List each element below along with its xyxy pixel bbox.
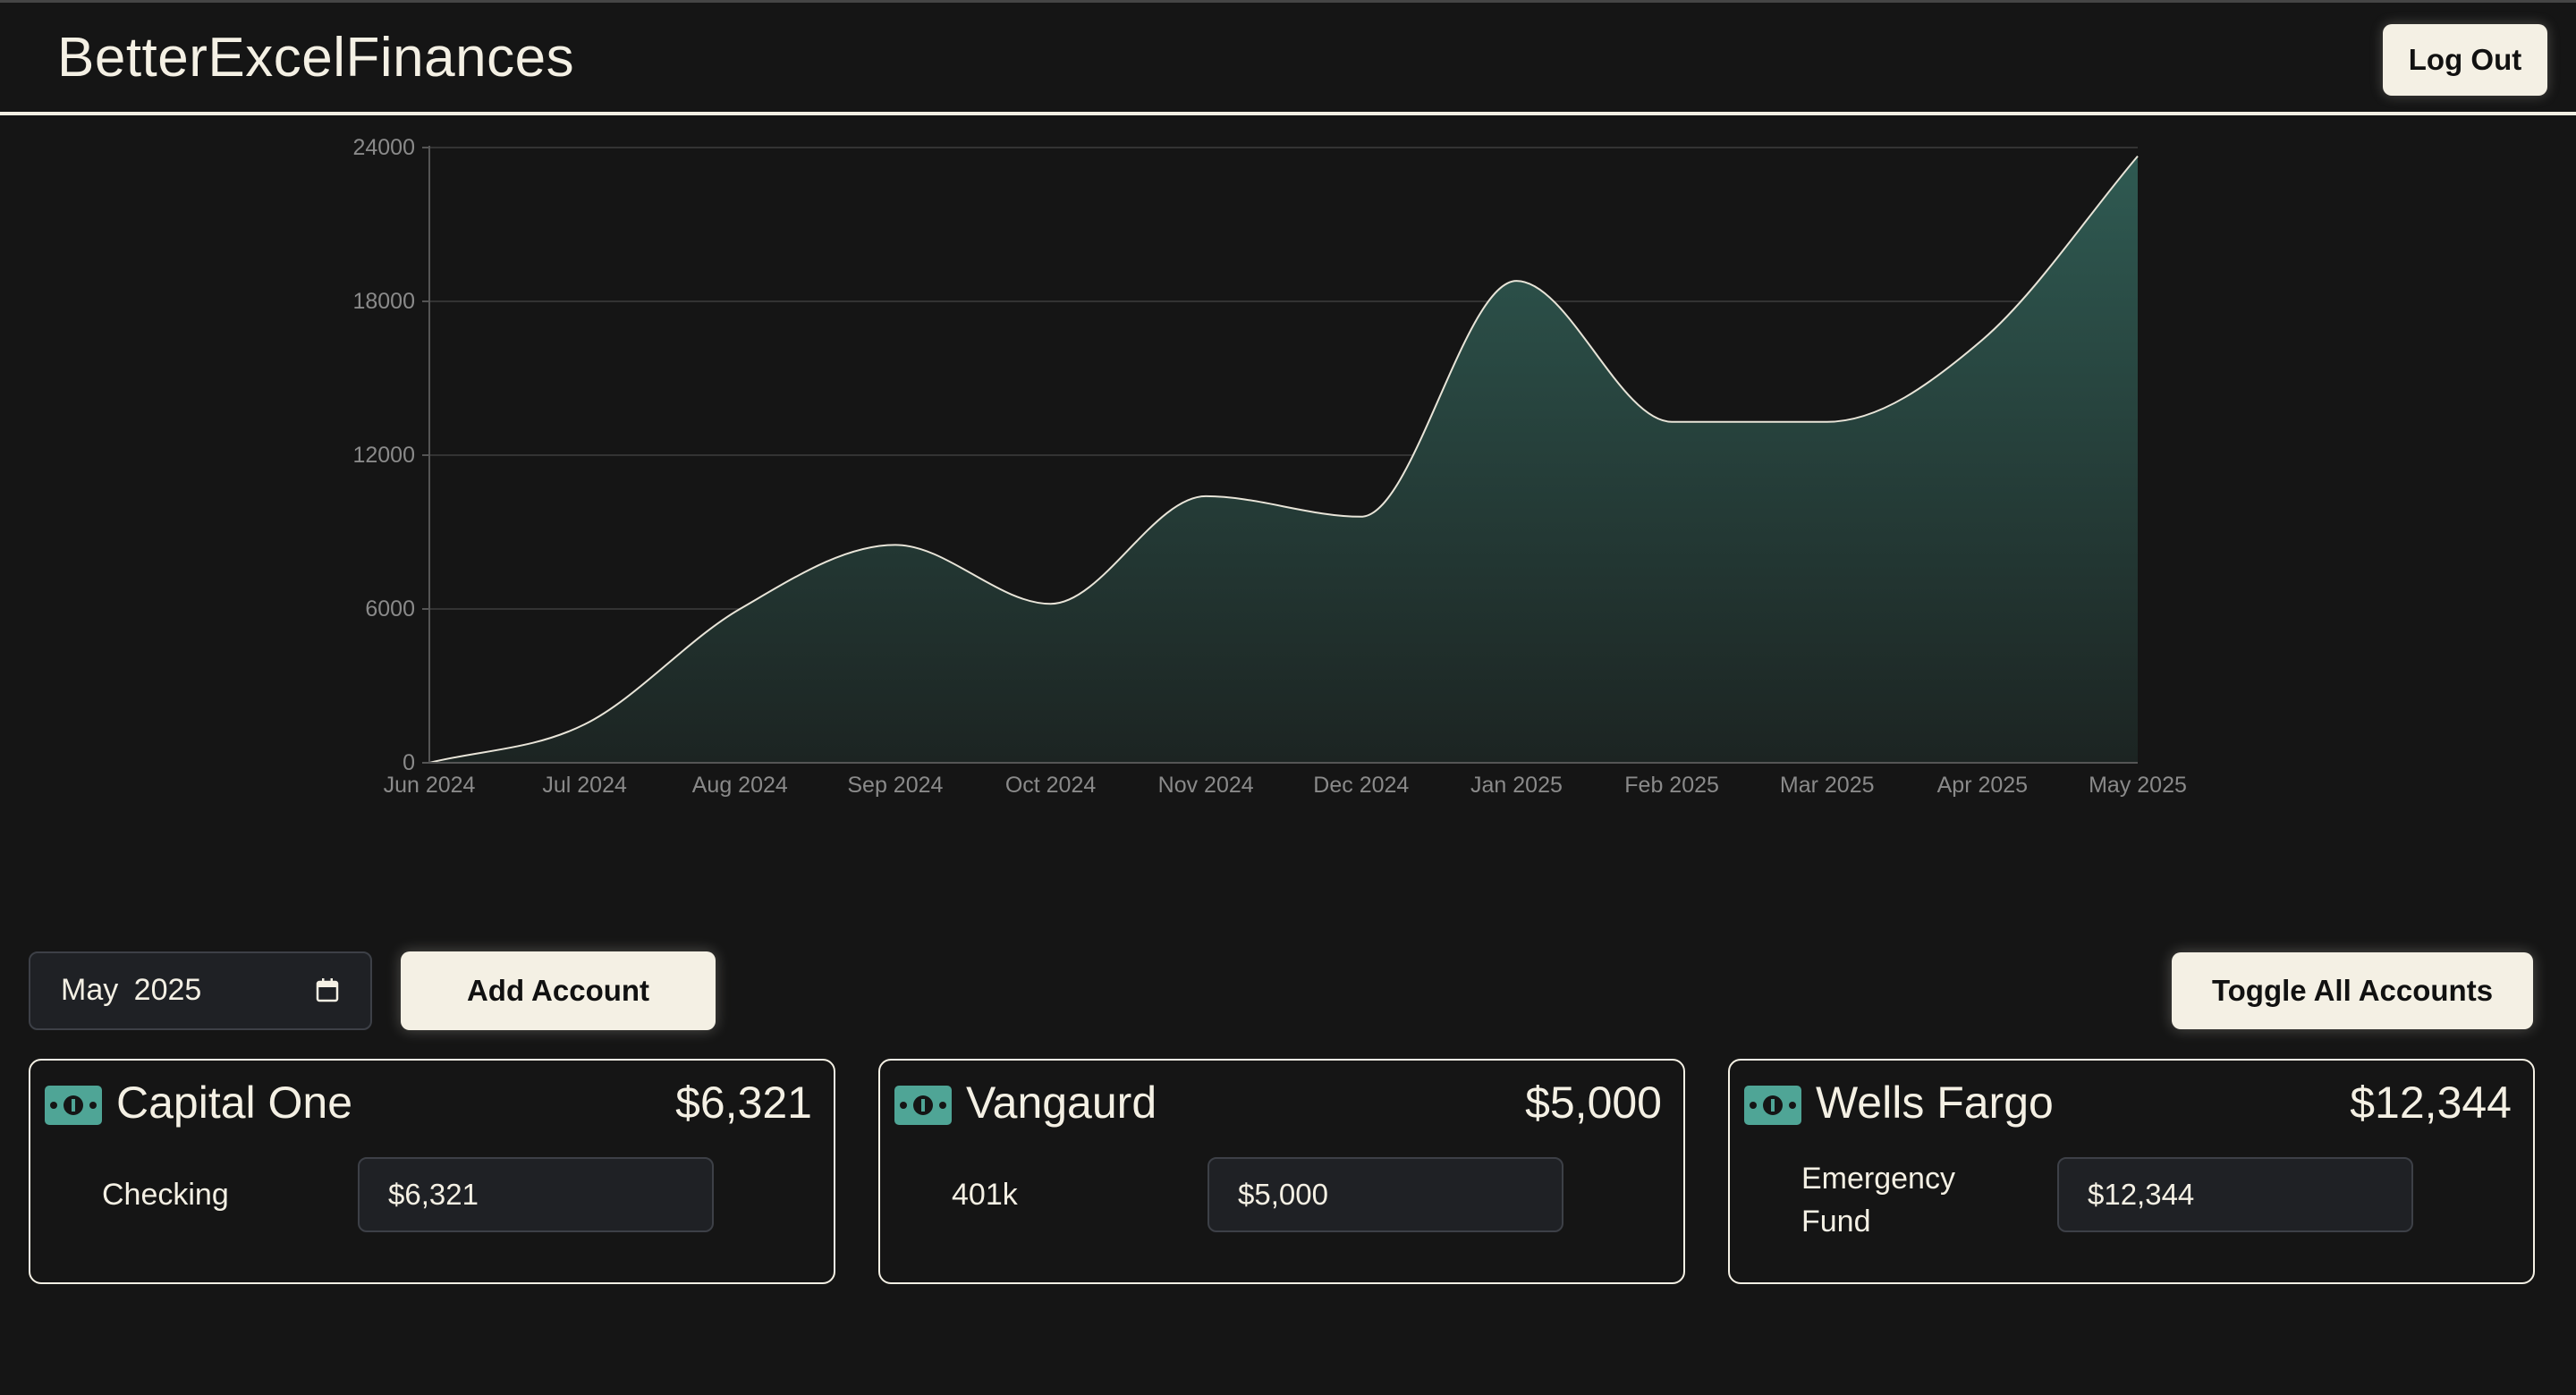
account-card-vangaurd: Vangaurd $5,000 401k [878, 1059, 1685, 1284]
y-tick-label: 6000 [365, 596, 415, 621]
data-point [894, 543, 897, 546]
y-tick-label: 24000 [352, 135, 415, 160]
toggle-all-accounts-button[interactable]: Toggle All Accounts [2172, 952, 2533, 1029]
account-name: Wells Fargo [1816, 1078, 2054, 1128]
money-icon [45, 1086, 102, 1125]
y-tick-label: 18000 [352, 289, 415, 314]
account-name: Vangaurd [966, 1078, 1157, 1128]
subaccount-label: Emergency Fund [1801, 1162, 1955, 1239]
x-tick-label: Dec 2024 [1313, 773, 1409, 798]
data-point [1670, 420, 1674, 424]
x-tick-label: Mar 2025 [1780, 773, 1875, 798]
series-area-fill [429, 156, 2138, 763]
x-tick-label: Jan 2025 [1470, 773, 1563, 798]
logout-button[interactable]: Log Out [2383, 24, 2547, 96]
subaccount-label: 401k [952, 1178, 1018, 1212]
data-point [1826, 420, 1829, 424]
x-tick-label: Jul 2024 [542, 773, 627, 798]
month-picker[interactable]: May 2025 [29, 951, 372, 1030]
subaccount-amount-input[interactable] [358, 1157, 714, 1232]
subaccount-amount-input[interactable] [2057, 1157, 2413, 1232]
x-tick-label: Apr 2025 [1937, 773, 2028, 798]
data-point [583, 723, 587, 726]
chart-series-layer [428, 155, 2140, 764]
account-card-capital-one: Capital One $6,321 Checking [29, 1059, 835, 1284]
x-tick-label: Jun 2024 [384, 773, 476, 798]
data-point [1049, 602, 1053, 605]
x-tick-label: Sep 2024 [847, 773, 943, 798]
subaccount-label: Checking [102, 1178, 229, 1212]
balance-area-chart: 0 6000 12000 18000 24000 Jun 2024 Jul 2024 Aug … [352, 135, 2187, 798]
app-header: BetterExcelFinances Log Out [0, 3, 2576, 115]
account-card-wells-fargo: Wells Fargo $12,344 Emergency Fund [1728, 1059, 2535, 1284]
data-point [738, 607, 741, 611]
x-tick-label: Nov 2024 [1158, 773, 1254, 798]
y-tick-label: 12000 [352, 443, 415, 468]
x-tick-label: Aug 2024 [692, 773, 788, 798]
data-point [1980, 338, 1984, 342]
add-account-button[interactable]: Add Account [401, 951, 716, 1030]
account-name: Capital One [116, 1078, 353, 1128]
subaccount-amount-input[interactable] [1208, 1157, 1563, 1232]
data-point [1514, 279, 1518, 283]
data-point [1204, 495, 1208, 498]
account-total: $6,321 [675, 1078, 812, 1128]
x-tick-label: Oct 2024 [1005, 773, 1097, 798]
money-icon [1744, 1086, 1801, 1125]
month-picker-value: May 2025 [61, 973, 202, 1007]
account-total: $5,000 [1525, 1078, 1662, 1128]
y-tick-label: 0 [402, 750, 415, 775]
data-point [1360, 515, 1363, 519]
app-title: BetterExcelFinances [57, 27, 575, 89]
money-icon [894, 1086, 952, 1125]
calendar-icon[interactable] [313, 976, 342, 1005]
data-point [2136, 155, 2140, 158]
account-total: $12,344 [2350, 1078, 2512, 1128]
x-tick-label: May 2025 [2089, 773, 2187, 798]
x-tick-label: Feb 2025 [1624, 773, 1719, 798]
